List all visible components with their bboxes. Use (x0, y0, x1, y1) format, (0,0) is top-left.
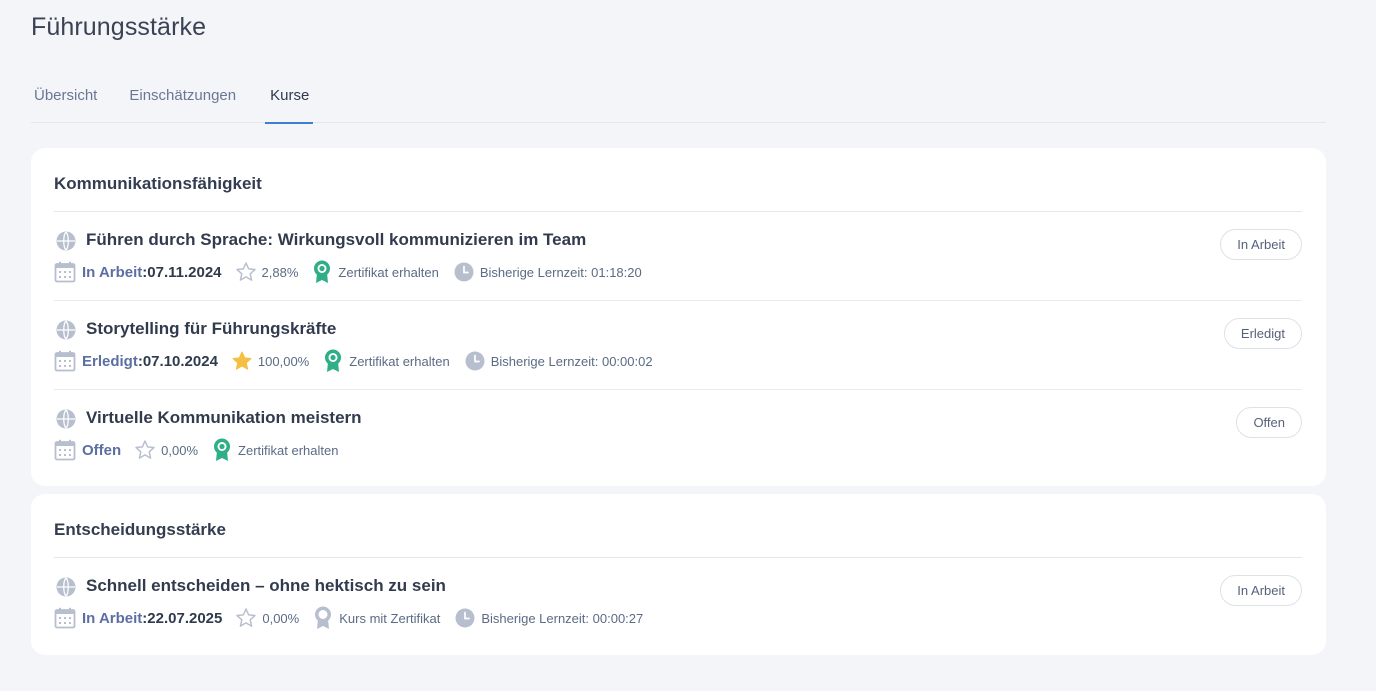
star-icon (235, 261, 257, 283)
course-date: 07.11.2024 (147, 263, 222, 281)
course-status: Offen (82, 441, 122, 459)
course-row[interactable]: Führen durch Sprache: Wirkungsvoll kommu… (54, 212, 1302, 301)
course-title[interactable]: Führen durch Sprache: Wirkungsvoll kommu… (86, 230, 586, 250)
star-icon (235, 607, 257, 629)
clock-icon (455, 608, 475, 628)
section-card: Kommunikationsfähigkeit Führen durch Spr… (31, 148, 1326, 486)
progress-value: 0,00% (161, 442, 199, 458)
progress-value: 2,88% (261, 264, 299, 280)
calendar-icon (54, 350, 76, 372)
certificate-label: Zertifikat erhalten (349, 353, 450, 369)
course-date: 22.07.2025 (147, 609, 223, 627)
learning-time: Bisherige Lernzeit: 01:18:20 (479, 264, 642, 280)
star-icon (231, 350, 253, 372)
course-list: Führen durch Sprache: Wirkungsvoll kommu… (31, 212, 1326, 479)
globe-icon (56, 231, 76, 251)
learning-time: Bisherige Lernzeit: 00:00:02 (490, 353, 653, 369)
award-icon (213, 438, 231, 462)
course-meta: Offen 0,00% Zertifikat erhalten (54, 438, 339, 462)
certificate-label: Zertifikat erhalten (338, 264, 439, 280)
course-title[interactable]: Storytelling für Führungskräfte (86, 319, 336, 339)
certificate-label: Kurs mit Zertifikat (339, 610, 441, 626)
star-icon (134, 439, 156, 461)
progress-value: 100,00% (257, 353, 310, 369)
status-button[interactable]: In Arbeit (1220, 575, 1302, 606)
page-title: Führungsstärke (31, 13, 207, 41)
award-icon (314, 606, 332, 630)
course-status: In Arbeit (82, 609, 143, 627)
section-card: Entscheidungsstärke Schnell entscheiden … (31, 494, 1326, 655)
calendar-icon (54, 261, 76, 283)
progress-value: 0,00% (262, 610, 300, 626)
globe-icon (56, 577, 76, 597)
tab-einschaetzungen[interactable]: Einschätzungen (126, 82, 239, 123)
certificate-label: Zertifikat erhalten (238, 442, 339, 458)
course-status: Erledigt (82, 352, 138, 370)
award-icon (313, 260, 331, 284)
tab-kurse[interactable]: Kurse (265, 82, 314, 124)
course-status: In Arbeit (82, 263, 143, 281)
calendar-icon (54, 439, 76, 461)
calendar-icon (54, 607, 76, 629)
course-meta: Erledigt: 07.10.2024 100,00% Zertifikat er… (54, 349, 653, 373)
course-list: Schnell entscheiden – ohne hektisch zu s… (31, 558, 1326, 647)
clock-icon (465, 351, 485, 371)
course-meta: In Arbeit: 22.07.2025 0,00% Kurs mit Zerti… (54, 606, 644, 630)
section-title: Kommunikationsfähigkeit (54, 174, 262, 193)
status-button[interactable]: In Arbeit (1220, 229, 1302, 260)
course-row[interactable]: Virtuelle Kommunikation meistern Offen 0,0… (54, 390, 1302, 479)
globe-icon (56, 409, 76, 429)
award-icon (324, 349, 342, 373)
course-title[interactable]: Schnell entscheiden – ohne hektisch zu s… (86, 576, 446, 596)
tab-bar: Übersicht Einschätzungen Kurse (31, 82, 1326, 124)
tab-uebersicht[interactable]: Übersicht (31, 82, 100, 123)
globe-icon (56, 320, 76, 340)
status-button[interactable]: Offen (1236, 407, 1302, 438)
clock-icon (454, 262, 474, 282)
course-row[interactable]: Schnell entscheiden – ohne hektisch zu s… (54, 558, 1302, 647)
course-meta: In Arbeit: 07.11.2024 2,88% Zertifikat erh… (54, 260, 642, 284)
course-row[interactable]: Storytelling für Führungskräfte Erledigt:… (54, 301, 1302, 390)
status-button[interactable]: Erledigt (1223, 318, 1302, 349)
section-title: Entscheidungsstärke (54, 520, 226, 539)
course-title[interactable]: Virtuelle Kommunikation meistern (86, 408, 362, 428)
course-date: 07.10.2024 (142, 352, 218, 370)
learning-time: Bisherige Lernzeit: 00:00:27 (481, 610, 644, 626)
